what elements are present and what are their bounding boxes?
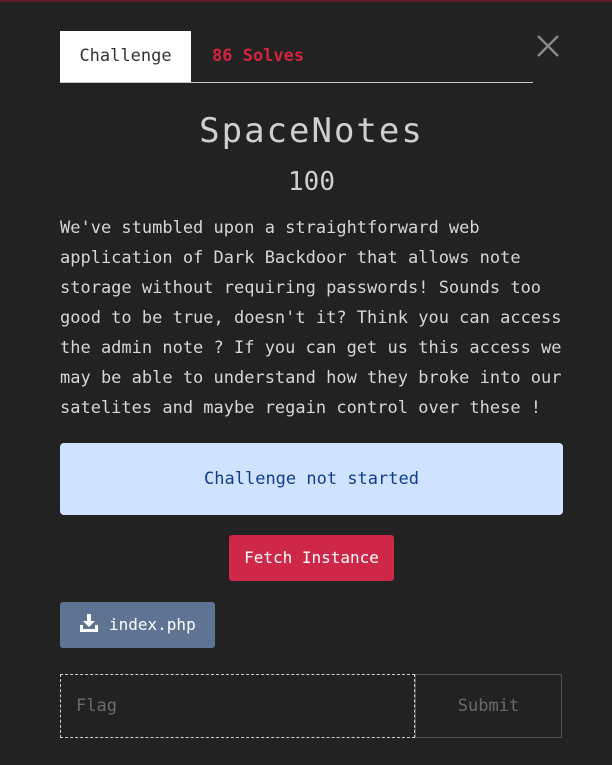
instance-status-alert: Challenge not started: [60, 443, 563, 515]
file-download-button[interactable]: index.php: [60, 602, 215, 648]
modal-tabs: Challenge 86 Solves: [60, 31, 533, 83]
top-bar: [0, 0, 612, 2]
download-icon: [80, 613, 98, 632]
challenge-points: 100: [288, 167, 335, 197]
flag-input[interactable]: [60, 674, 415, 738]
fetch-instance-button[interactable]: Fetch Instance: [229, 535, 394, 581]
challenge-title: SpaceNotes: [199, 111, 424, 151]
challenge-description: We've stumbled upon a straightforward we…: [60, 218, 562, 418]
tab-challenge[interactable]: Challenge: [60, 31, 191, 82]
flag-form: Submit: [60, 674, 563, 738]
file-name: index.php: [109, 615, 196, 634]
tab-solves[interactable]: 86 Solves: [212, 31, 304, 82]
challenge-modal: Challenge 86 Solves SpaceNotes 100 We've…: [60, 31, 563, 738]
submit-button[interactable]: Submit: [415, 674, 562, 738]
